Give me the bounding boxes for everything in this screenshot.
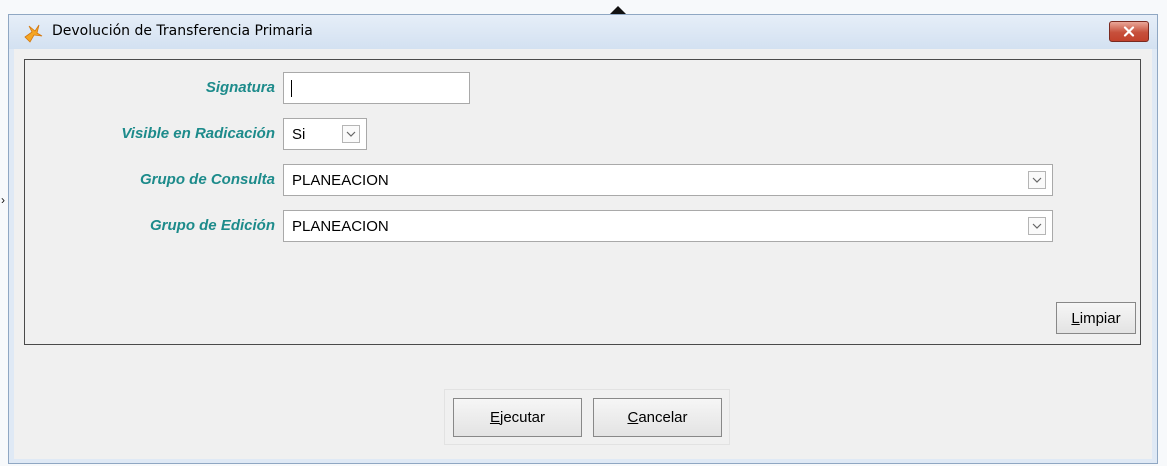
chevron-down-icon[interactable] <box>1028 217 1046 235</box>
text-caret <box>291 80 292 97</box>
grupo-consulta-label: Grupo de Consulta <box>140 171 275 188</box>
ejecutar-accel: E <box>489 409 500 426</box>
visible-radicacion-label: Visible en Radicación <box>121 125 275 142</box>
signatura-input[interactable] <box>283 72 470 104</box>
dialog-window: Devolución de Transferencia Primaria Sig… <box>8 14 1158 464</box>
window-title: Devolución de Transferencia Primaria <box>52 23 313 39</box>
app-icon <box>24 24 43 43</box>
signatura-label: Signatura <box>205 79 275 96</box>
grupo-edicion-select[interactable]: PLANEACION <box>283 210 1053 242</box>
dialog-body: Signatura Visible en Radicación Si Grupo… <box>14 49 1152 459</box>
cancelar-button[interactable]: Cancelar <box>593 398 722 437</box>
limpiar-accel: L <box>1071 309 1080 327</box>
ejecutar-button[interactable]: Ejecutar <box>453 398 582 437</box>
title-bar[interactable]: Devolución de Transferencia Primaria <box>9 15 1157 49</box>
chevron-down-icon[interactable] <box>342 125 360 143</box>
close-button[interactable] <box>1109 21 1149 42</box>
ejecutar-label: jecutar <box>499 409 546 426</box>
grupo-edicion-label: Grupo de Edición <box>149 217 275 234</box>
background-arrow-icon: › <box>1 193 5 207</box>
limpiar-label: impiar <box>1079 309 1121 327</box>
chevron-down-icon[interactable] <box>1028 171 1046 189</box>
grupo-edicion-value: PLANEACION <box>292 218 389 235</box>
limpiar-button[interactable]: Limpiar <box>1056 302 1136 334</box>
visible-radicacion-value: Si <box>292 126 306 143</box>
cancelar-accel: C <box>627 409 639 426</box>
action-button-bar: Ejecutar Cancelar <box>444 389 730 445</box>
grupo-consulta-value: PLANEACION <box>292 172 389 189</box>
close-icon <box>1123 26 1135 37</box>
grupo-consulta-select[interactable]: PLANEACION <box>283 164 1053 196</box>
form-panel: Signatura Visible en Radicación Si Grupo… <box>24 59 1141 345</box>
cancelar-label: ancelar <box>638 409 688 426</box>
visible-radicacion-select[interactable]: Si <box>283 118 367 150</box>
background-caret-icon <box>610 6 626 14</box>
